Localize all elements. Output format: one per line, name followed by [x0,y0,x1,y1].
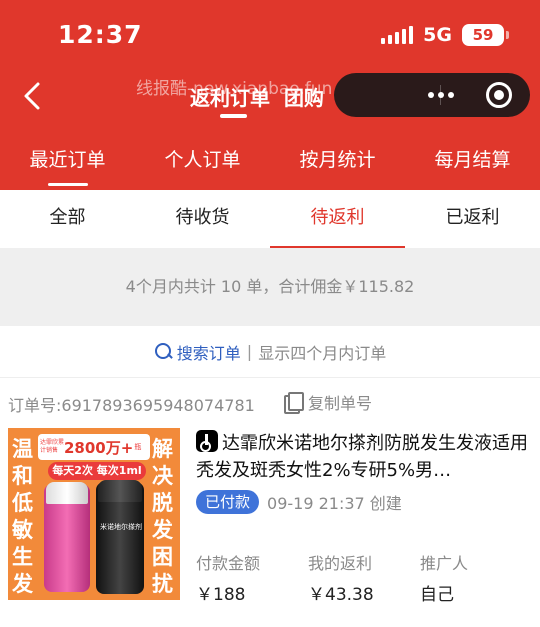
miniprogram-capsule [334,73,530,117]
order-number: 订单号:6917893695948074781 [8,396,255,415]
search-orders-link[interactable]: 搜索订单 [177,340,241,364]
product-title: 达霏欣米诺地尔搽剂防脱发生发液适用秃发及斑秃女性2%专研5%男… [196,433,528,481]
stat-label: 推广人 [420,554,469,573]
image-badge-count: 2800万+ [64,438,134,457]
tab-recent-orders[interactable]: 最近订单 [0,140,135,186]
subtab-pending-receipt[interactable]: 待收货 [135,190,270,248]
status-badge: 已付款 [196,490,260,514]
subtab-rebated[interactable]: 已返利 [405,190,540,248]
network-type: 5G [423,24,452,46]
tiktok-icon [196,430,218,452]
image-badge-unit: 瓶 [134,443,142,451]
tab-personal-orders[interactable]: 个人订单 [135,140,270,186]
tab-monthly-settlement[interactable]: 每月结算 [405,140,540,186]
image-left-text: 温和低敏生发 [12,437,33,596]
status-time: 12:37 [58,20,143,49]
product-title-row[interactable]: 达霏欣米诺地尔搽剂防脱发生发液适用秃发及斑秃女性2%专研5%男… [196,430,532,484]
separator: | [246,342,253,361]
subtab-pending-rebate[interactable]: 待返利 [270,190,405,248]
search-row: 搜索订单 | 显示四个月内订单 [0,326,540,378]
stat-value: 自己 [420,585,454,605]
image-sales-badge: 达霏欣累计销售 2800万+ 瓶 [38,434,150,460]
pink-bottle [44,482,90,592]
stat-value: ￥43.38 [308,585,374,605]
image-usage-pill: 每天2次 每次1ml [48,462,146,480]
order-status-line: 已付款 09-19 21:37 创建 [196,490,402,514]
stat-label: 我的返利 [308,554,373,573]
copy-order-label: 复制单号 [308,394,373,413]
sub-tabs: 全部 待收货 待返利 已返利 [0,190,540,248]
search-icon[interactable] [154,342,173,361]
watermark-text: 线报酷-new.xianbao.fun [136,79,333,99]
copy-icon [284,392,304,414]
tab-monthly-stats[interactable]: 按月统计 [270,140,405,186]
main-tabs: 最近订单 个人订单 按月统计 每月结算 [0,140,540,186]
capsule-divider [440,85,441,105]
back-icon[interactable] [20,80,48,112]
stat-label: 付款金额 [196,554,261,573]
target-icon[interactable] [486,82,512,108]
stat-rebate: 我的返利 ￥43.38 [308,550,420,605]
stat-promoter: 推广人 自己 [420,550,532,605]
stat-value: ￥188 [196,585,246,605]
order-stats: 付款金额 ￥188 我的返利 ￥43.38 推广人 自己 [196,550,532,605]
order-card[interactable]: 订单号:6917893695948074781 复制单号 温和低敏生发 解决脱发… [0,378,540,627]
product-image[interactable]: 温和低敏生发 解决脱发困扰 达霏欣累计销售 2800万+ 瓶 每天2次 每次1m… [8,428,180,600]
black-bottle: 米诺地尔搽剂 [96,480,144,594]
header: 12:37 5G 59 返利订单 团购 线报酷-new.xianbao.fun … [0,0,540,190]
order-time: 09-19 21:37 创建 [267,494,402,513]
order-summary: 4个月内共计 10 单，合计佣金￥115.82 [0,248,540,326]
more-dots-icon[interactable] [428,92,454,98]
image-right-text: 解决脱发困扰 [152,437,173,596]
subtab-all[interactable]: 全部 [0,190,135,248]
stat-payment: 付款金额 ￥188 [196,550,308,605]
signal-icon [381,26,414,44]
battery-icon: 59 [462,24,509,46]
search-hint: 显示四个月内订单 [258,343,387,363]
status-indicators: 5G 59 [381,22,509,48]
image-badge-caption: 达霏欣累计销售 [40,439,65,454]
copy-order-button[interactable]: 复制单号 [284,390,372,414]
title-underline [220,114,247,118]
bottle-label: 米诺地尔搽剂 [100,523,142,531]
